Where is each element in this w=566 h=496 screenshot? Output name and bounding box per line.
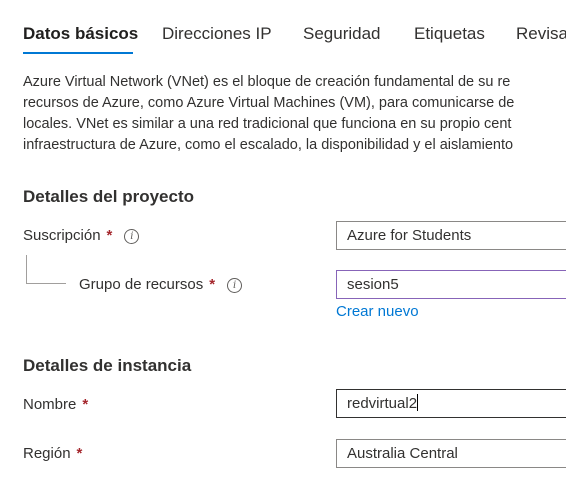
description-line: Azure Virtual Network (VNet) es el bloqu… xyxy=(23,74,511,90)
info-icon[interactable]: i xyxy=(227,278,243,293)
name-input[interactable]: redvirtual2 xyxy=(336,389,566,418)
text-caret xyxy=(417,394,419,411)
region-value: Australia Central xyxy=(347,445,458,462)
tree-connector-vertical xyxy=(26,255,27,283)
description-line: recursos de Azure, como Azure Virtual Ma… xyxy=(23,95,515,111)
tab-bar: Datos básicos Direcciones IP Seguridad E… xyxy=(0,0,566,60)
name-label: Nombre * xyxy=(23,396,88,413)
tree-connector-horizontal xyxy=(26,283,66,284)
tab-seguridad[interactable]: Seguridad xyxy=(303,24,381,44)
resource-group-value: sesion5 xyxy=(347,276,399,293)
section-title-project: Detalles del proyecto xyxy=(23,187,195,206)
name-label-text: Nombre xyxy=(23,396,77,413)
description: Azure Virtual Network (VNet) es el bloqu… xyxy=(23,72,566,156)
tab-direcciones-ip[interactable]: Direcciones IP xyxy=(162,24,272,44)
subscription-select[interactable]: Azure for Students xyxy=(336,221,566,250)
section-title-instance: Detalles de instancia xyxy=(23,356,192,375)
required-mark: * xyxy=(209,276,216,293)
required-mark: * xyxy=(106,227,113,244)
region-label-text: Región xyxy=(23,445,71,462)
info-icon[interactable]: i xyxy=(124,229,140,244)
resource-group-label-text: Grupo de recursos xyxy=(79,276,204,293)
required-mark: * xyxy=(76,445,83,462)
region-label: Región * xyxy=(23,445,82,462)
subscription-label-text: Suscripción xyxy=(23,227,101,244)
name-value: redvirtual2 xyxy=(347,395,418,412)
active-tab-indicator xyxy=(23,52,133,54)
resource-group-label: Grupo de recursos * i xyxy=(79,276,243,293)
required-mark: * xyxy=(82,396,89,413)
resource-group-select[interactable]: sesion5 xyxy=(336,270,566,299)
subscription-value: Azure for Students xyxy=(347,227,472,244)
subscription-label: Suscripción * i xyxy=(23,227,140,244)
description-line: locales. VNet es similar a una red tradi… xyxy=(23,116,512,132)
tab-datos-basicos[interactable]: Datos básicos xyxy=(23,24,138,44)
region-select[interactable]: Australia Central xyxy=(336,439,566,468)
create-new-link[interactable]: Crear nuevo xyxy=(336,303,419,320)
tab-etiquetas[interactable]: Etiquetas xyxy=(414,24,485,44)
tab-revisar[interactable]: Revisa xyxy=(516,24,566,44)
description-line: infraestructura de Azure, como el escala… xyxy=(23,137,514,153)
